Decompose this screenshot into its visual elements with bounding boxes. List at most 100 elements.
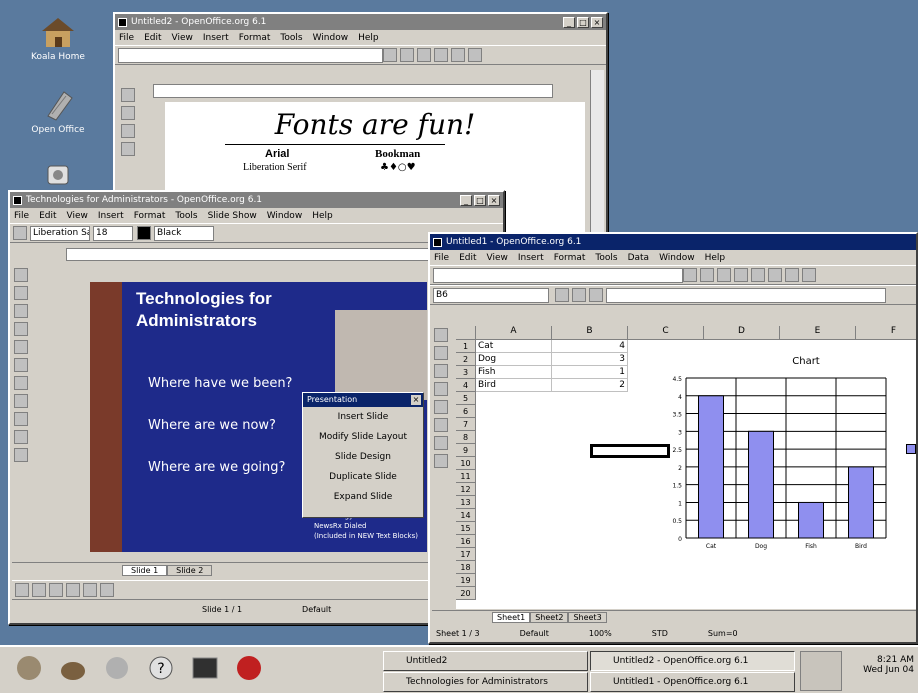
connector-icon[interactable]	[14, 394, 28, 408]
tab-slide-2[interactable]: Slide 2	[167, 564, 213, 576]
column-header[interactable]: D	[704, 326, 780, 340]
cell-reference-field[interactable]: B6	[433, 287, 549, 303]
function-wizard-icon[interactable]	[555, 288, 569, 302]
cell-a1[interactable]: Cat	[476, 340, 552, 353]
row-header[interactable]: 8	[456, 431, 476, 444]
window-menu-icon[interactable]	[13, 195, 22, 205]
menu-file[interactable]: File	[434, 253, 449, 263]
row-header[interactable]: 5	[456, 392, 476, 405]
open-icon[interactable]	[734, 268, 748, 282]
close-icon[interactable]: ×	[411, 395, 421, 405]
clock[interactable]: 8:21 AM Wed Jun 04	[848, 655, 914, 675]
draw-icon[interactable]	[121, 106, 135, 120]
insert-slide-button[interactable]: Insert Slide	[303, 407, 423, 427]
open-icon[interactable]	[434, 48, 448, 62]
arrange-icon[interactable]	[14, 448, 28, 462]
glue-icon[interactable]	[83, 583, 97, 597]
corner-cell[interactable]	[456, 326, 476, 340]
menu-edit[interactable]: Edit	[144, 33, 161, 43]
row-header[interactable]: 19	[456, 574, 476, 587]
menu-file[interactable]: File	[119, 33, 134, 43]
insert-icon[interactable]	[121, 88, 135, 102]
duplicate-slide-button[interactable]: Duplicate Slide	[303, 467, 423, 487]
row-header[interactable]: 10	[456, 457, 476, 470]
minimize-button[interactable]: _	[563, 16, 575, 28]
menu-format[interactable]: Format	[554, 253, 586, 263]
cell-a3[interactable]: Fish	[476, 366, 552, 379]
menu-view[interactable]: View	[67, 211, 88, 221]
rectangle-icon[interactable]	[14, 322, 28, 336]
ellipse-icon[interactable]	[14, 340, 28, 354]
home-folder-icon[interactable]	[58, 653, 88, 686]
menu-insert[interactable]: Insert	[98, 211, 124, 221]
url-field[interactable]	[118, 47, 383, 63]
row-header[interactable]: 3	[456, 366, 476, 379]
dropdown-icon[interactable]	[383, 48, 397, 62]
row-header[interactable]: 12	[456, 483, 476, 496]
cell-b4[interactable]: 2	[552, 379, 628, 392]
terminal-icon[interactable]	[190, 653, 220, 686]
row-header[interactable]: 11	[456, 470, 476, 483]
taskbar-item[interactable]: Untitled2	[383, 651, 588, 671]
effects-icon[interactable]	[66, 583, 80, 597]
menu-data[interactable]: Data	[628, 253, 650, 263]
redhat-icon[interactable]	[234, 653, 264, 686]
help-icon[interactable]: ?	[146, 653, 176, 686]
column-header[interactable]: C	[628, 326, 704, 340]
slide-design-button[interactable]: Slide Design	[303, 447, 423, 467]
snap-icon[interactable]	[100, 583, 114, 597]
writer-vertical-scrollbar[interactable]	[590, 70, 604, 242]
cell-b2[interactable]: 3	[552, 353, 628, 366]
rotate-icon[interactable]	[14, 412, 28, 426]
formula-input[interactable]	[606, 287, 886, 303]
tab-sheet3[interactable]: Sheet3	[568, 612, 607, 623]
color-select[interactable]: Black	[154, 225, 214, 241]
url-field[interactable]	[433, 267, 683, 283]
sum-icon[interactable]	[572, 288, 586, 302]
formula-icon[interactable]	[589, 288, 603, 302]
column-header[interactable]: A	[476, 326, 552, 340]
column-header[interactable]: F	[856, 326, 916, 340]
desktop-icon-openoffice[interactable]: Open Office	[18, 88, 98, 135]
color-icon[interactable]	[137, 226, 151, 240]
taskbar-item[interactable]: Technologies for Administrators	[383, 672, 588, 692]
menu-tools[interactable]: Tools	[280, 33, 302, 43]
text-icon[interactable]	[14, 304, 28, 318]
maximize-button[interactable]: □	[474, 194, 486, 206]
dropdown-icon[interactable]	[683, 268, 697, 282]
menu-tools[interactable]: Tools	[595, 253, 617, 263]
row-header[interactable]: 2	[456, 353, 476, 366]
menu-edit[interactable]: Edit	[459, 253, 476, 263]
menu-format[interactable]: Format	[134, 211, 166, 221]
menu-edit[interactable]: Edit	[39, 211, 56, 221]
form-icon[interactable]	[121, 124, 135, 138]
row-header[interactable]: 13	[456, 496, 476, 509]
font-name-select[interactable]: Liberation Sans	[30, 225, 90, 241]
align-icon[interactable]	[14, 430, 28, 444]
menu-format[interactable]: Format	[239, 33, 271, 43]
row-header[interactable]: 17	[456, 548, 476, 561]
minimize-button[interactable]: _	[460, 194, 472, 206]
print-icon[interactable]	[768, 268, 782, 282]
select-icon[interactable]	[14, 268, 28, 282]
row-header[interactable]: 18	[456, 561, 476, 574]
row-header[interactable]: 7	[456, 418, 476, 431]
menu-insert[interactable]: Insert	[203, 33, 229, 43]
line-icon[interactable]	[14, 358, 28, 372]
column-header[interactable]: E	[780, 326, 856, 340]
calc-titlebar[interactable]: Untitled1 - OpenOffice.org 6.1	[430, 234, 916, 250]
menu-slideshow[interactable]: Slide Show	[208, 211, 257, 221]
navigate-icon[interactable]	[400, 48, 414, 62]
taskbar-item[interactable]: Untitled1 - OpenOffice.org 6.1	[590, 672, 795, 692]
konqueror-icon[interactable]	[102, 653, 132, 686]
row-header[interactable]: 9	[456, 444, 476, 457]
cell-b3[interactable]: 1	[552, 366, 628, 379]
save-icon[interactable]	[451, 48, 465, 62]
desktop-icon-home[interactable]: Koala Home	[18, 15, 98, 62]
maximize-button[interactable]: □	[577, 16, 589, 28]
curve-icon[interactable]	[14, 376, 28, 390]
row-header[interactable]: 14	[456, 509, 476, 522]
writer-titlebar[interactable]: Untitled2 - OpenOffice.org 6.1 _ □ ×	[115, 14, 606, 30]
cell-a4[interactable]: Bird	[476, 379, 552, 392]
sort-ascending-icon[interactable]	[434, 400, 448, 414]
